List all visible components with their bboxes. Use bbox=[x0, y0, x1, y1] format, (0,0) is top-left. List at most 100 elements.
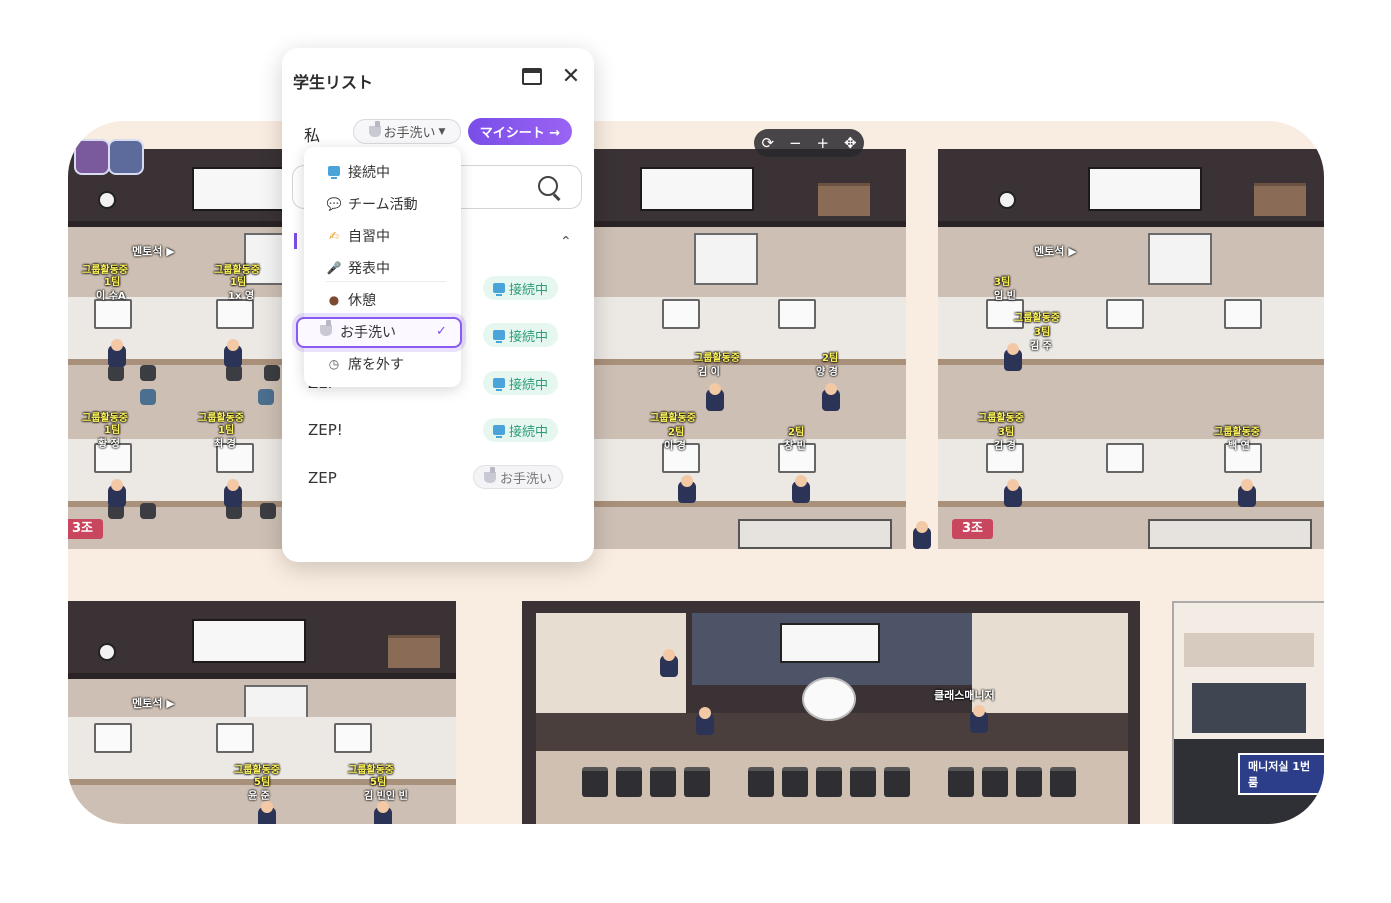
chair bbox=[140, 503, 156, 519]
desk-name: 백 연 bbox=[1228, 441, 1250, 452]
chair bbox=[260, 503, 276, 519]
desk bbox=[1106, 443, 1144, 473]
monitor-icon bbox=[493, 283, 505, 296]
desk-name: 김 경 bbox=[994, 441, 1016, 452]
team-label: 5팀 bbox=[254, 777, 271, 788]
avatar-icon[interactable] bbox=[74, 139, 110, 175]
my-status-label: お手洗い bbox=[383, 126, 436, 141]
team-sign: 3조 bbox=[952, 519, 994, 539]
desk bbox=[94, 299, 132, 329]
maximize-icon[interactable] bbox=[522, 68, 542, 85]
my-seat-icon[interactable] bbox=[108, 139, 144, 175]
student-status-label: 接続中 bbox=[509, 424, 549, 440]
desk-name: 김 이 bbox=[698, 367, 720, 378]
search-icon[interactable] bbox=[538, 176, 558, 196]
group-tag: 그룹활동중 bbox=[650, 413, 696, 424]
lounge-corner bbox=[972, 613, 1128, 713]
avatar bbox=[108, 479, 126, 507]
map-canvas[interactable]: 멘토석 ▶ 그룹활동중 1팀 이 수A 그룹활동중 1팀 1x 영 그룹활동중 … bbox=[68, 121, 1324, 824]
clock-icon: ◷ bbox=[328, 357, 340, 371]
option-label: 接続中 bbox=[348, 165, 390, 181]
desk-name: 김 빈인 빈 bbox=[364, 791, 408, 802]
avatar bbox=[1004, 343, 1022, 371]
desk-name: 양 경 bbox=[816, 367, 838, 378]
team-sign: 3조 bbox=[68, 519, 104, 539]
pencil-icon: ✍ bbox=[328, 229, 340, 243]
status-option-break[interactable]: ● 休憩 bbox=[326, 290, 376, 310]
status-option-self-study[interactable]: ✍ 自習中 bbox=[326, 226, 390, 246]
desk-name: 황 정 bbox=[98, 439, 120, 450]
status-option-connected[interactable]: 接続中 bbox=[326, 162, 390, 182]
map-toolbar: ⟳ − + ✥ bbox=[754, 129, 864, 157]
desk-name: 1x 영 bbox=[228, 291, 255, 302]
speech-bubble-icon: 💬 bbox=[326, 197, 342, 211]
team-label: 1팀 bbox=[218, 425, 235, 436]
option-label: 自習中 bbox=[348, 229, 390, 245]
check-icon: ✓ bbox=[436, 324, 447, 339]
office-room-3: 멘토석 ▶ 3팀 임 빈 그룹활동중 3팀 김 주 그룹활동중 3팀 김 경 그… bbox=[938, 149, 1324, 549]
status-option-team[interactable]: 💬 チーム活動 bbox=[326, 194, 418, 214]
toilet-icon bbox=[484, 466, 496, 483]
shelf bbox=[1254, 183, 1306, 216]
lounge-room: 클래스매니저 bbox=[522, 601, 1140, 824]
chair bbox=[226, 365, 242, 381]
move-icon[interactable]: ✥ bbox=[844, 134, 857, 152]
avatar bbox=[660, 649, 678, 677]
desk-name: 이 경 bbox=[664, 441, 686, 452]
clock-icon bbox=[98, 643, 116, 661]
avatar bbox=[1238, 479, 1256, 507]
team-label: 3팀 bbox=[994, 277, 1011, 288]
student-status-badge: 接続中 bbox=[483, 418, 559, 442]
group-tag: 그룹활동중 bbox=[978, 413, 1024, 424]
toilet-icon bbox=[368, 121, 381, 137]
status-option-away[interactable]: ◷ 席を外す bbox=[326, 354, 404, 374]
avatar bbox=[822, 383, 840, 411]
desk-row bbox=[594, 297, 906, 365]
manager-label: 클래스매니저 bbox=[934, 689, 995, 702]
avatar bbox=[696, 707, 714, 735]
mentor-label: 멘토석 ▶ bbox=[132, 697, 175, 710]
avatar bbox=[678, 475, 696, 503]
team-label: 2팀 bbox=[668, 427, 685, 438]
office-room-2: 그룹활동중 2팀 김 이 양 경 그룹활동중 2팀 이 경 2팀 창 빈 bbox=[594, 149, 906, 549]
student-status-badge: 接続中 bbox=[483, 371, 559, 395]
bench-row bbox=[582, 767, 710, 797]
status-option-presenting[interactable]: 🎤 発表中 bbox=[326, 258, 390, 278]
close-icon[interactable]: ✕ bbox=[560, 66, 582, 88]
office-room-4: 멘토석 ▶ 그룹활동중 5팀 윤 준 그룹활동중 5팀 김 빈인 빈 bbox=[68, 601, 456, 824]
chevron-up-icon[interactable]: ⌃ bbox=[560, 234, 572, 250]
panel-title: 学生リスト bbox=[293, 73, 374, 92]
avatar bbox=[1004, 479, 1022, 507]
avatar bbox=[792, 475, 810, 503]
desk bbox=[1106, 299, 1144, 329]
team-label: 1팀 bbox=[104, 425, 121, 436]
whiteboard bbox=[640, 167, 754, 211]
desk bbox=[334, 723, 372, 753]
coffee-icon: ● bbox=[328, 293, 340, 307]
avatar bbox=[374, 801, 392, 824]
desk bbox=[216, 299, 254, 329]
round-table bbox=[802, 677, 856, 721]
me-label: 私 bbox=[304, 126, 321, 145]
student-status-label: 接続中 bbox=[509, 329, 549, 345]
chair bbox=[258, 389, 274, 405]
desk bbox=[778, 299, 816, 329]
student-status-badge: 接続中 bbox=[483, 323, 559, 347]
zoom-in-icon[interactable]: + bbox=[816, 134, 829, 152]
zoom-out-icon[interactable]: − bbox=[789, 134, 802, 152]
monitor-icon bbox=[493, 425, 505, 438]
chair bbox=[264, 365, 280, 381]
team-label: 5팀 bbox=[370, 777, 387, 788]
my-status-button[interactable]: お手洗い ▼ bbox=[353, 119, 461, 144]
avatar bbox=[108, 339, 126, 367]
avatar bbox=[970, 705, 988, 733]
bench-row bbox=[748, 767, 910, 797]
my-seat-button[interactable]: マイシート → bbox=[468, 118, 572, 145]
counter bbox=[738, 519, 892, 549]
desk-name: 창 빈 bbox=[784, 441, 806, 452]
desk-row bbox=[594, 439, 906, 507]
reset-view-icon[interactable]: ⟳ bbox=[761, 134, 774, 152]
clock-icon bbox=[998, 191, 1016, 209]
chair bbox=[140, 365, 156, 381]
chair bbox=[140, 389, 156, 405]
